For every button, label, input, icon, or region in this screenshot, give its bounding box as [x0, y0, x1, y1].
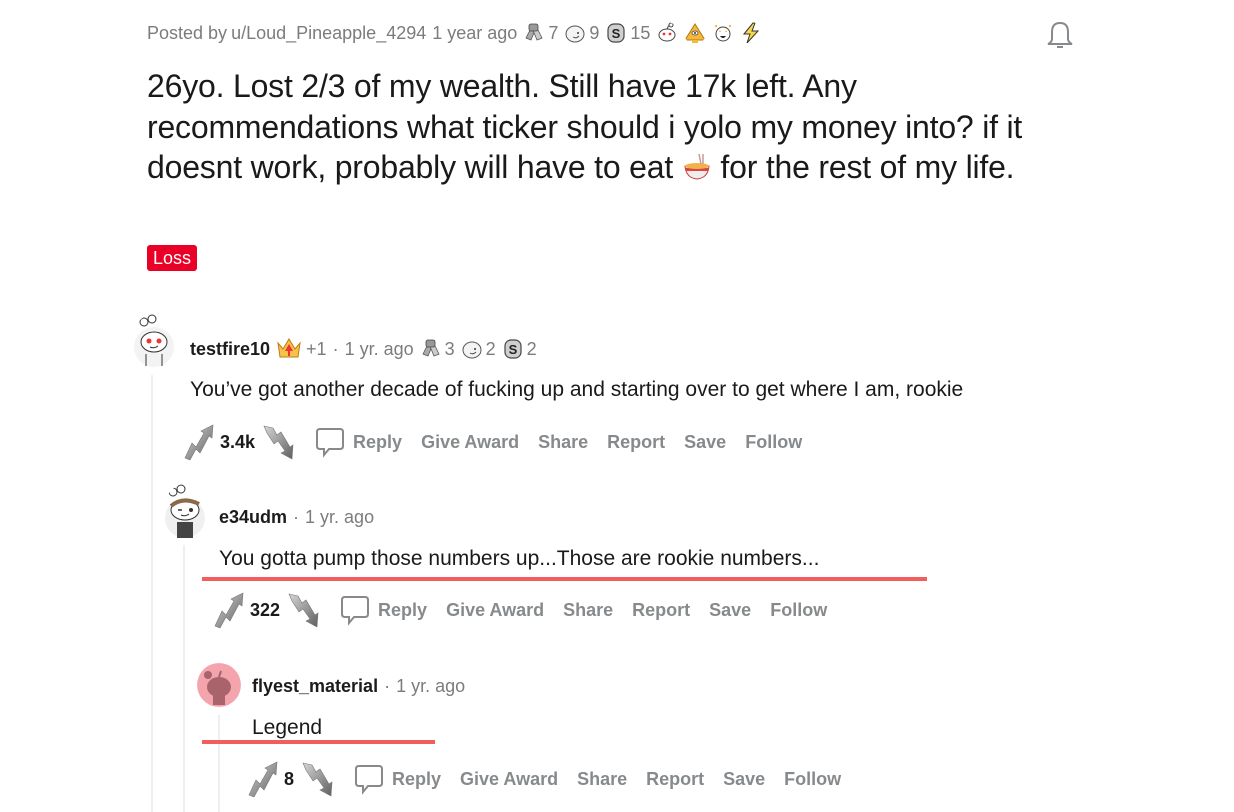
separator-dot: · [293, 507, 300, 527]
avatar-e34udm[interactable] [163, 484, 207, 540]
silver-award-icon [502, 338, 524, 360]
comment-score: 8 [284, 768, 295, 789]
separator-dot: · [384, 676, 391, 696]
share-button[interactable]: Share [538, 432, 588, 453]
report-button[interactable]: Report [607, 432, 665, 453]
bell-icon[interactable] [1043, 18, 1077, 52]
snoo-award-icon [656, 22, 678, 44]
award-silver[interactable]: 2 [502, 338, 537, 360]
downvote-icon[interactable] [300, 760, 334, 798]
comment-badge-count: +1 [306, 338, 327, 359]
highlight-underline [202, 740, 435, 744]
post-time: 1 year ago [432, 22, 518, 43]
award-pyramid[interactable] [684, 22, 706, 44]
award-snoo[interactable] [656, 22, 678, 44]
award-wholesome-seal[interactable]: 2 [461, 338, 496, 360]
lightning-award-icon [740, 22, 762, 44]
upvote-icon[interactable] [246, 760, 280, 798]
award-starstruck[interactable] [712, 22, 734, 44]
highlight-underline [202, 577, 927, 581]
give-award-button[interactable]: Give Award [421, 432, 519, 453]
comment-bubble-icon[interactable] [340, 594, 370, 626]
wholesome-seal-award-icon [564, 22, 586, 44]
thread-line-level-3[interactable] [218, 715, 220, 812]
give-award-button[interactable]: Give Award [446, 600, 544, 621]
downvote-icon[interactable] [286, 591, 320, 629]
award-count: 7 [548, 22, 559, 43]
award-silver[interactable]: 15 [605, 22, 650, 44]
post-title-text-2: for the rest of my life. [711, 149, 1015, 185]
follow-button[interactable]: Follow [745, 432, 802, 453]
reply-button[interactable]: Reply [392, 769, 441, 790]
award-helpful-hands[interactable]: 3 [420, 338, 455, 360]
award-wholesome-seal[interactable]: 9 [564, 22, 599, 44]
comment-time: 1 yr. ago [396, 676, 466, 696]
post-meta: Posted by u/Loud_Pineapple_4294 1 year a… [147, 22, 762, 44]
comment-username[interactable]: testfire10 [190, 339, 270, 360]
award-count: 2 [526, 338, 537, 359]
give-award-button[interactable]: Give Award [460, 769, 558, 790]
comment-time: 1 yr. ago [344, 338, 414, 359]
thread-line-level-1[interactable] [151, 375, 153, 812]
avatar-flyest-material[interactable] [197, 663, 241, 707]
reply-button[interactable]: Reply [378, 600, 427, 621]
upvote-icon[interactable] [182, 423, 216, 461]
award-helpful-hands[interactable]: 7 [523, 22, 558, 44]
follow-button[interactable]: Follow [784, 769, 841, 790]
comment-header: e34udm · 1 yr. ago [219, 507, 374, 528]
award-count: 2 [485, 338, 496, 359]
starstruck-award-icon [712, 22, 734, 44]
share-button[interactable]: Share [577, 769, 627, 790]
comment-bubble-icon[interactable] [354, 763, 384, 795]
comment-username[interactable]: e34udm [219, 507, 287, 528]
thread-line-level-2[interactable] [183, 545, 185, 812]
award-lightning[interactable] [740, 22, 762, 44]
comment-bubble-icon[interactable] [315, 426, 345, 458]
comment-time: 1 yr. ago [305, 507, 375, 527]
comment-username[interactable]: flyest_material [252, 676, 378, 697]
reply-button[interactable]: Reply [353, 432, 402, 453]
share-button[interactable]: Share [563, 600, 613, 621]
separator-dot: · [332, 338, 339, 359]
report-button[interactable]: Report [646, 769, 704, 790]
ramen-emoji-icon [684, 153, 710, 180]
save-button[interactable]: Save [723, 769, 765, 790]
report-button[interactable]: Report [632, 600, 690, 621]
save-button[interactable]: Save [684, 432, 726, 453]
comment-actions: 322 Reply Give Award Share Report Save F… [212, 591, 846, 629]
comment-body: Legend [252, 716, 323, 739]
comment-score: 322 [250, 599, 281, 620]
post-author-link[interactable]: u/Loud_Pineapple_4294 [231, 23, 426, 44]
comment-body: You gotta pump those numbers up...Those … [219, 547, 820, 570]
follow-button[interactable]: Follow [770, 600, 827, 621]
award-count: 3 [444, 338, 455, 359]
post-title[interactable]: 26yo. Lost 2/3 of my wealth. Still have … [147, 66, 1087, 188]
helpful-hands-award-icon [523, 22, 545, 44]
upvote-icon[interactable] [212, 591, 246, 629]
award-count: 9 [589, 22, 600, 43]
comment-header: flyest_material · 1 yr. ago [252, 676, 465, 697]
avatar-testfire10[interactable] [132, 314, 176, 368]
comment-actions: 3.4k Reply Give Award Share Report Save … [182, 423, 821, 461]
comment-actions: 8 Reply Give Award Share Report Save Fol… [246, 760, 860, 798]
helpful-hands-award-icon [420, 338, 442, 360]
wholesome-seal-award-icon [461, 338, 483, 360]
comment-header: testfire10 +1 · 1 yr. ago 3 2 2 [190, 337, 537, 361]
posted-by-label: Posted by [147, 22, 228, 43]
comment-score: 3.4k [220, 431, 256, 452]
award-count: 15 [630, 22, 651, 43]
downvote-icon[interactable] [261, 423, 295, 461]
pyramid-award-icon [684, 22, 706, 44]
top-poster-flair-icon [277, 338, 301, 358]
silver-award-icon [605, 22, 627, 44]
comment-body: You’ve got another decade of fucking up … [190, 378, 964, 401]
save-button[interactable]: Save [709, 600, 751, 621]
flair-badge[interactable]: Loss [147, 245, 198, 271]
